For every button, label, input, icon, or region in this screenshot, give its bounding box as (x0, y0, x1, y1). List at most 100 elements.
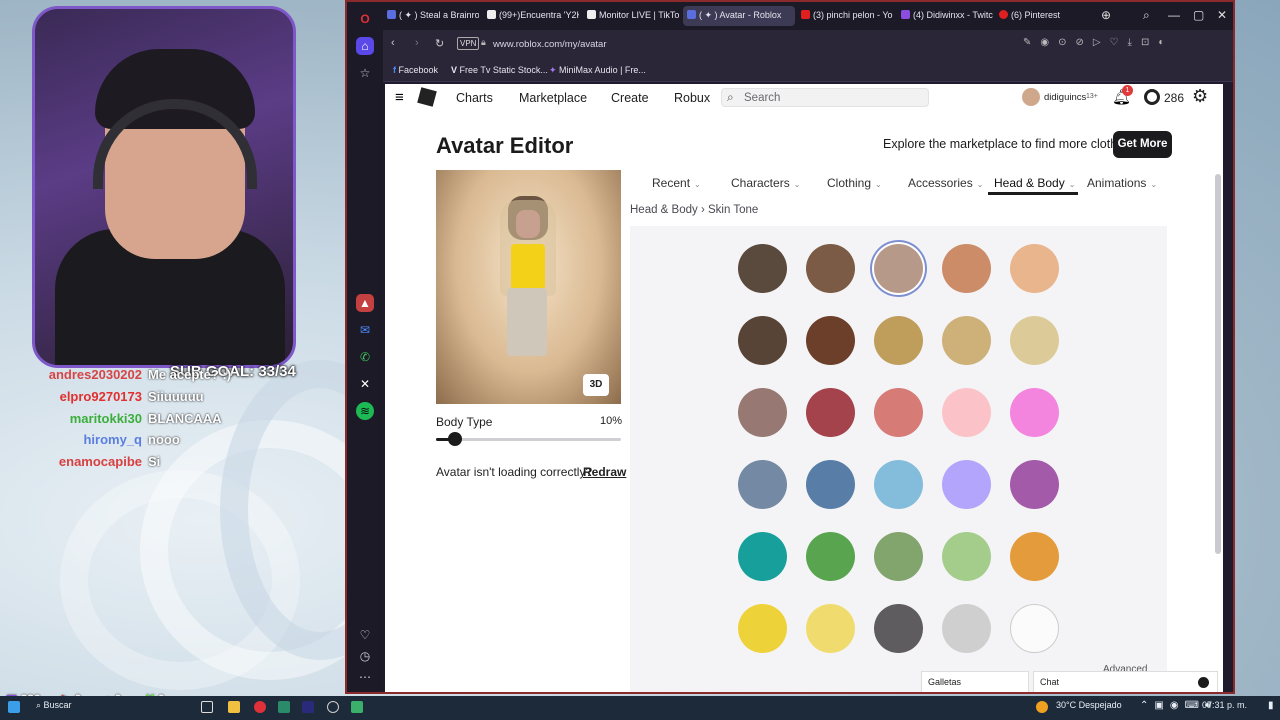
skin-tone-swatch[interactable] (806, 604, 855, 653)
avatar-preview[interactable]: 3D (436, 170, 621, 404)
app-icon[interactable]: ▲ (356, 294, 374, 312)
nav-robux[interactable]: Robux (674, 91, 710, 105)
skin-tone-swatch[interactable] (1010, 388, 1059, 437)
x-icon[interactable]: ✕ (356, 375, 374, 393)
skin-tone-swatch[interactable] (874, 388, 923, 437)
tab-animations[interactable]: Animations ⌄ (1087, 176, 1157, 190)
tab-active[interactable]: ( ✦ ) Avatar - Roblox (683, 6, 795, 26)
skin-tone-swatch[interactable] (738, 604, 787, 653)
skin-tone-swatch[interactable] (738, 316, 787, 365)
tab[interactable]: (3) pinchi pelon - YouT (797, 6, 893, 26)
chat-expand-icon[interactable] (1198, 677, 1209, 688)
avatar[interactable] (1022, 88, 1040, 106)
skin-tone-swatch[interactable] (942, 244, 991, 293)
skin-tone-swatch[interactable] (806, 244, 855, 293)
history-icon[interactable]: ◷ (356, 647, 374, 665)
skin-tone-swatch[interactable] (738, 532, 787, 581)
heart-icon[interactable]: ♡ (356, 626, 374, 644)
start-icon[interactable] (8, 701, 20, 713)
menu-icon[interactable]: ≡ (395, 89, 404, 106)
tab-head-body[interactable]: Head & Body ⌄ (994, 176, 1075, 190)
app-icon[interactable] (278, 701, 290, 713)
toolbar-icons[interactable]: ✎◉⊙⊘▷♡⤓⊡◐ (1023, 37, 1173, 48)
app-icon[interactable] (351, 701, 363, 713)
task-view-icon[interactable] (201, 701, 213, 713)
tab[interactable]: (6) Pinterest (995, 6, 1087, 26)
robux-icon[interactable] (1144, 89, 1160, 105)
tab[interactable]: (4) Didiwinxx - Twitch (897, 6, 993, 26)
skin-tone-swatch[interactable] (1010, 532, 1059, 581)
page-scrollbar[interactable] (1215, 174, 1221, 554)
star-icon[interactable]: ☆ (356, 64, 374, 82)
chat-tab[interactable]: Chat (1033, 671, 1218, 692)
new-tab-icon[interactable]: ⊕ (1101, 8, 1111, 22)
forward-icon[interactable]: › (415, 37, 419, 49)
skin-tone-swatch[interactable] (942, 532, 991, 581)
bookmark-minimax[interactable]: ✦ MiniMax Audio | Fre... (549, 65, 646, 76)
settings-gear-icon[interactable]: ⚙ (1192, 86, 1208, 107)
clock[interactable]: 07:31 p. m. (1202, 700, 1247, 710)
skin-tone-swatch[interactable] (874, 316, 923, 365)
file-explorer-icon[interactable] (228, 701, 240, 713)
get-more-button[interactable]: Get More (1113, 131, 1172, 158)
toggle-3d-button[interactable]: 3D (583, 374, 609, 396)
tab[interactable]: Monitor LIVE | TikTok (583, 6, 679, 26)
tab[interactable]: (99+)Encuentra 'Y2K' (483, 6, 579, 26)
obs-icon[interactable] (327, 701, 339, 713)
tab-characters[interactable]: Characters ⌄ (731, 176, 800, 190)
cookie-tab[interactable]: Galletas (921, 671, 1029, 692)
skin-tone-swatch[interactable] (806, 532, 855, 581)
close-icon[interactable]: ✕ (1217, 8, 1227, 22)
skin-tone-swatch[interactable] (874, 460, 923, 509)
skin-tone-swatch[interactable] (942, 460, 991, 509)
slider-handle[interactable] (447, 432, 462, 446)
skin-tone-swatch[interactable] (806, 316, 855, 365)
bookmark-static[interactable]: V Free Tv Static Stock... (451, 65, 548, 75)
skin-tone-swatch[interactable] (738, 244, 787, 293)
url-field[interactable]: www.roblox.com/my/avatar (493, 36, 923, 53)
skin-tone-swatch[interactable] (1010, 316, 1059, 365)
notification-icon[interactable]: ▮ (1268, 700, 1274, 711)
nav-charts[interactable]: Charts (456, 91, 493, 105)
tab-accessories[interactable]: Accessories ⌄ (908, 176, 983, 190)
tab-clothing[interactable]: Clothing ⌄ (827, 176, 882, 190)
search-input[interactable]: ⌕ Search (721, 88, 929, 107)
reload-icon[interactable]: ↻ (435, 37, 444, 50)
vpn-badge[interactable]: VPN (457, 37, 480, 50)
home-icon[interactable]: ⌂ (356, 37, 374, 55)
premiere-icon[interactable] (302, 701, 314, 713)
skin-tone-swatch[interactable] (942, 604, 991, 653)
messenger-icon[interactable]: ✉ (356, 321, 374, 339)
breadcrumb-item[interactable]: Head & Body (630, 204, 698, 216)
whatsapp-icon[interactable]: ✆ (356, 348, 374, 366)
search-icon[interactable]: ⌕ (1143, 8, 1150, 23)
maximize-icon[interactable]: ▢ (1193, 8, 1204, 22)
nav-marketplace[interactable]: Marketplace (519, 91, 587, 105)
skin-tone-swatch[interactable] (806, 460, 855, 509)
username[interactable]: didiguincs (1044, 92, 1086, 103)
back-icon[interactable]: ‹ (391, 37, 395, 49)
tab[interactable]: ( ✦ ) Steal a Brainrot (383, 6, 479, 26)
roblox-logo-icon[interactable] (417, 87, 437, 107)
nav-create[interactable]: Create (611, 91, 649, 105)
skin-tone-swatch[interactable] (874, 244, 923, 293)
more-icon[interactable]: ⋯ (356, 668, 374, 686)
weather-text[interactable]: 30°C Despejado (1056, 700, 1122, 710)
body-type-slider[interactable] (436, 432, 621, 446)
skin-tone-swatch[interactable] (942, 316, 991, 365)
opera-logo-icon[interactable]: O (356, 10, 374, 28)
redraw-link[interactable]: Redraw (583, 465, 626, 479)
skin-tone-swatch[interactable] (1010, 604, 1059, 653)
skin-tone-swatch[interactable] (1010, 460, 1059, 509)
skin-tone-swatch[interactable] (738, 460, 787, 509)
opera-icon[interactable] (254, 701, 266, 713)
skin-tone-swatch[interactable] (874, 604, 923, 653)
minimize-icon[interactable]: — (1168, 8, 1180, 22)
spotify-icon[interactable]: ≋ (356, 402, 374, 420)
tab-recent[interactable]: Recent ⌄ (652, 176, 701, 190)
robux-balance[interactable]: 286 (1164, 91, 1184, 105)
skin-tone-swatch[interactable] (738, 388, 787, 437)
taskbar-search[interactable]: ⌕ Buscar (36, 700, 72, 711)
skin-tone-swatch[interactable] (942, 388, 991, 437)
skin-tone-swatch[interactable] (1010, 244, 1059, 293)
